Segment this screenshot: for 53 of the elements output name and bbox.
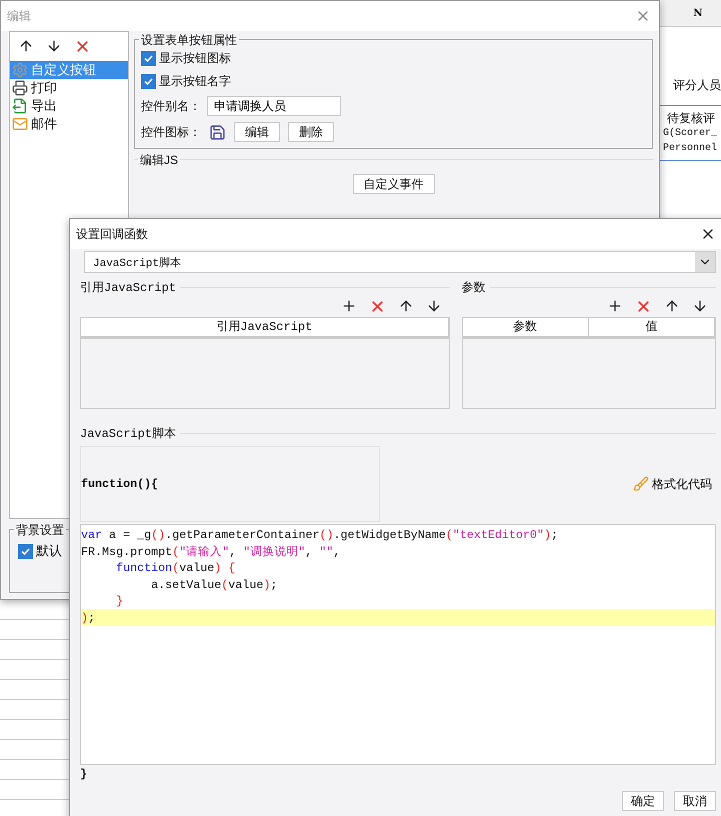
action-button[interactable]: 删除 [288, 122, 334, 142]
list-item[interactable]: 邮件 [10, 115, 128, 133]
gear-icon [12, 62, 28, 78]
group-title: 背景设置 [14, 522, 66, 539]
checkmark-icon [143, 53, 154, 64]
code-line: a.setValue(value); [150, 576, 278, 591]
broom-icon [633, 476, 649, 492]
table-cell-text: 评分人员 [672, 77, 721, 94]
group-title: 编辑JS [138, 152, 180, 169]
printer-icon [12, 80, 28, 96]
code-line: } [115, 593, 124, 608]
list-item[interactable]: 导出 [10, 97, 128, 115]
chevron-down-icon [695, 252, 715, 272]
list-item[interactable]: 打印 [10, 79, 128, 97]
action-button[interactable]: 编辑 [234, 122, 280, 142]
section-title: 参数 [462, 280, 486, 296]
table-cell-text: Personnel [662, 142, 718, 156]
code-line: ); [81, 610, 96, 624]
checkbox[interactable] [18, 544, 33, 558]
function-footer: } [80, 767, 88, 781]
code-line: var a = _g().getParameterContainer().getWidgetByName("textEditor0"); [81, 527, 558, 541]
section-title: JavaScript脚本 [80, 426, 176, 442]
window-title: 编辑 [7, 8, 31, 24]
checkmark-icon [20, 546, 31, 556]
checkbox[interactable] [141, 74, 156, 89]
code-editor[interactable]: var a = _g().getParameterContainer().getWidgetByName("textEditor0"); FR.Msg.prompt("请输入", "调换说明", "", function(value) { a.setValue(value); } ); [80, 524, 716, 765]
code-line: function(value) { [115, 560, 236, 574]
field-label: 控件图标： [141, 124, 201, 140]
field-label: 控件别名： [141, 98, 201, 114]
checkbox-label: 显示按钮名字 [159, 73, 231, 90]
function-header: function(){ [81, 477, 158, 491]
checkbox-label: 显示按钮图标 [159, 50, 231, 67]
custom-event-button[interactable]: 自定义事件 [352, 174, 434, 194]
column-header: 值 [588, 318, 715, 336]
dialog-button[interactable]: 确定 [622, 791, 664, 811]
window-title: 设置回调函数 [76, 226, 148, 242]
format-code-button[interactable]: 格式化代码 [629, 476, 716, 492]
section-title: 引用JavaScript [80, 280, 176, 296]
table-cell-text: 待复核评 [666, 110, 716, 126]
dialog-button[interactable]: 取消 [674, 791, 716, 811]
column-header: 参数 [462, 318, 589, 336]
type-dropdown[interactable]: JavaScript脚本 [84, 251, 716, 273]
table-cell-text: G(Scorer_ [662, 126, 718, 141]
group-title: 设置表单按钮属性 [139, 32, 239, 49]
code-line: FR.Msg.prompt("请输入", "调换说明", "", [81, 544, 340, 558]
column-header: 引用JavaScript [81, 318, 449, 336]
export-icon [12, 98, 28, 114]
alias-field[interactable]: 申请调换人员 [207, 96, 341, 116]
checkbox-label: 默认 [36, 542, 62, 560]
checkmark-icon [143, 76, 154, 87]
checkbox[interactable] [141, 51, 156, 66]
save-icon [209, 124, 226, 140]
mail-icon [12, 116, 28, 132]
